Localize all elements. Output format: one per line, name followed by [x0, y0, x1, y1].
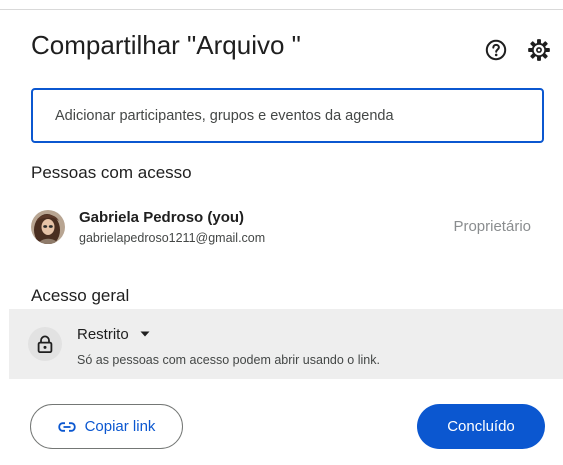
general-access-dropdown[interactable]: Restrito — [77, 323, 150, 345]
person-email: gabrielapedroso1211@gmail.com — [79, 231, 266, 245]
done-button[interactable]: Concluído — [417, 404, 545, 449]
dropdown-arrow-icon — [140, 331, 150, 337]
person-name: Gabriela Pedroso (you) — [79, 209, 245, 226]
general-access-row: Restrito Só as pessoas com acesso podem … — [9, 309, 563, 379]
share-dialog: Compartilhar "Arquivo " Pessoas com aces… — [0, 0, 563, 465]
add-people-input[interactable] — [31, 88, 544, 143]
help-circle-icon[interactable] — [484, 38, 508, 62]
lock-icon — [37, 335, 53, 353]
done-label: Concluído — [447, 418, 515, 435]
gear-icon[interactable] — [526, 37, 552, 63]
general-access-heading: Acesso geral — [31, 286, 130, 305]
avatar — [31, 210, 65, 244]
link-icon — [57, 421, 76, 432]
general-access-description: Só as pessoas com acesso podem abrir usa… — [77, 353, 380, 367]
copy-link-label: Copiar link — [84, 418, 156, 435]
copy-link-button[interactable]: Copiar link — [30, 404, 183, 449]
person-row[interactable]: Gabriela Pedroso (you) gabrielapedroso12… — [0, 202, 563, 254]
top-divider — [0, 9, 563, 10]
general-access-selected: Restrito — [77, 325, 129, 343]
dialog-title: Compartilhar "Arquivo " — [31, 30, 301, 60]
person-role: Proprietário — [453, 218, 531, 235]
people-with-access-heading: Pessoas com acesso — [31, 163, 192, 182]
lock-icon-container — [28, 327, 62, 361]
